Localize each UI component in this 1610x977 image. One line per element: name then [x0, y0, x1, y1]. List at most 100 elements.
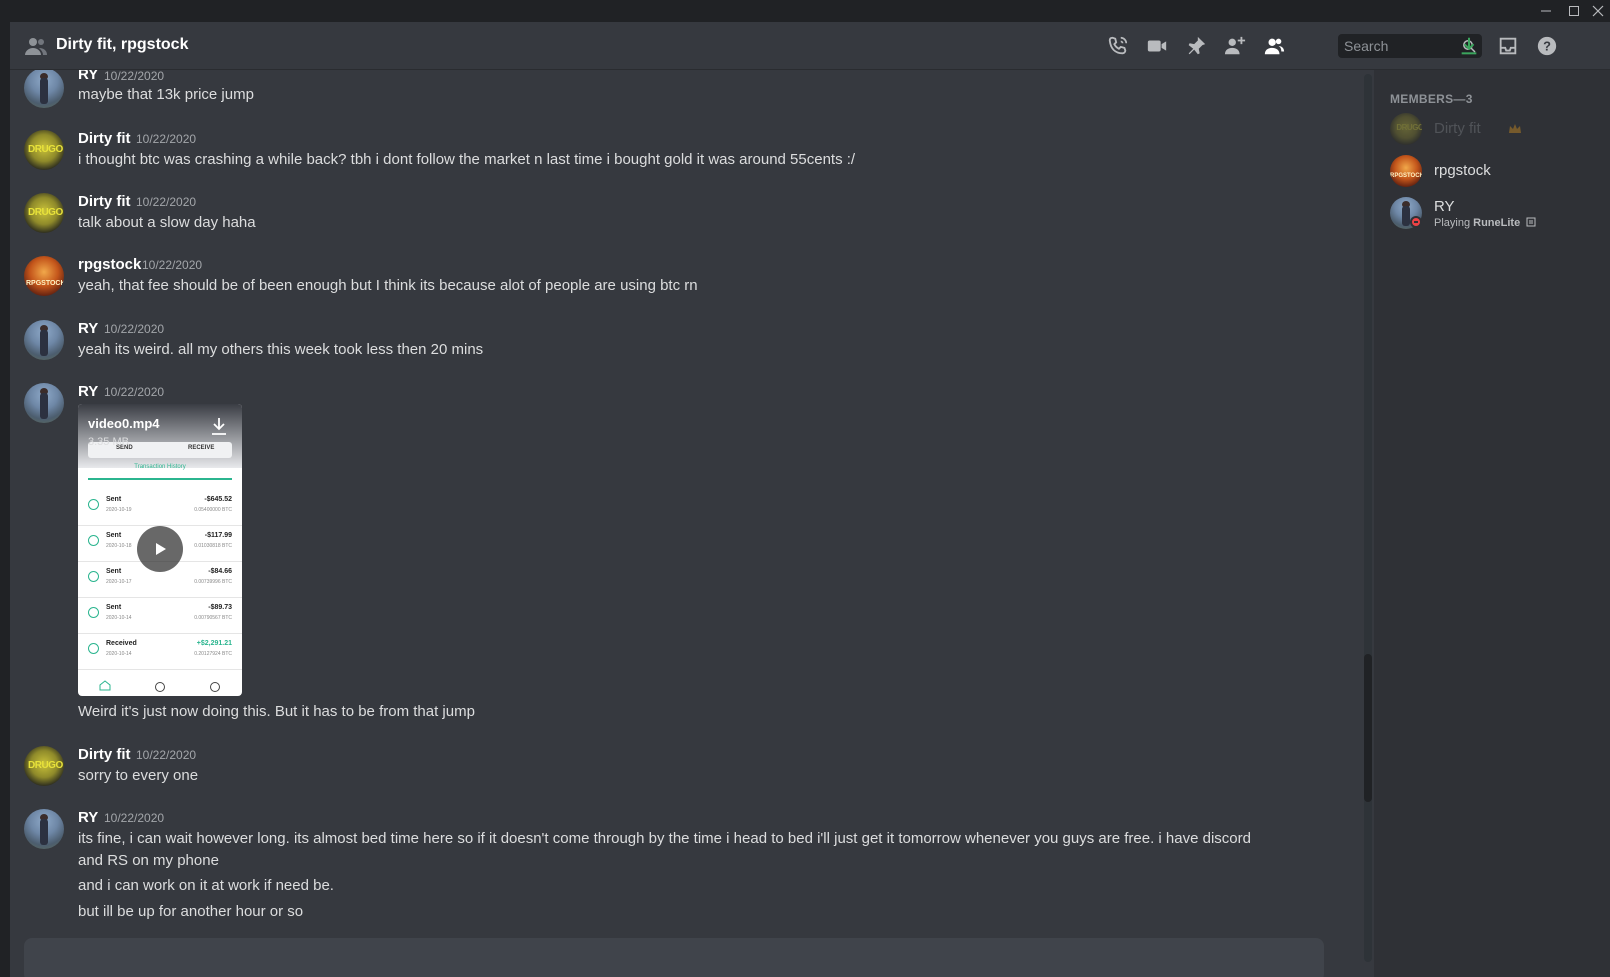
message-text: yeah its weird. all my others this week … — [78, 341, 484, 358]
avatar[interactable] — [24, 320, 64, 360]
message-composer[interactable] — [24, 938, 1324, 977]
add-friend-icon — [1224, 36, 1246, 55]
transaction-row: Sent 2020-10-19 -$645.52 0.05400000 BTC — [78, 490, 242, 526]
tx-btc: 0.00790567 BTC — [194, 615, 232, 621]
maximize-icon — [1569, 6, 1579, 16]
start-video-button[interactable] — [1145, 34, 1169, 58]
rich-presence-icon — [1526, 217, 1536, 227]
message-text: i thought btc was crashing a while back?… — [78, 151, 856, 168]
tx-amount: -$84.66 — [208, 568, 232, 575]
avatar[interactable]: RPGSTOCK — [24, 256, 64, 296]
message-author[interactable]: RY — [78, 809, 98, 826]
tx-date: 2020-10-17 — [106, 579, 132, 585]
avatar[interactable] — [24, 70, 64, 108]
avatar[interactable]: DRUGO — [24, 193, 64, 233]
close-button[interactable] — [1584, 0, 1610, 22]
minimize-button[interactable] — [1532, 0, 1560, 22]
member-name: rpgstock — [1434, 162, 1491, 179]
download-icon — [1461, 37, 1477, 55]
message-timestamp: 10/22/2020 — [104, 385, 165, 399]
member-list-toggle[interactable] — [1262, 34, 1286, 58]
tx-type: Sent — [106, 568, 122, 575]
tx-amount: -$89.73 — [208, 604, 232, 611]
video-file-name[interactable]: video0.mp4 — [88, 416, 160, 431]
add-friends-button[interactable] — [1223, 34, 1247, 58]
tx-type: Sent — [106, 496, 122, 503]
tx-date: 2020-10-19 — [106, 507, 132, 513]
message-timestamp: 10/22/2020 — [104, 322, 165, 336]
pinned-messages-button[interactable] — [1184, 34, 1208, 58]
message: DRUGO Dirty fit 10/22/2020 talk about a … — [10, 193, 1350, 243]
message-timestamp: 10/22/2020 — [136, 748, 197, 762]
member-item[interactable]: RY Playing RuneLite — [1382, 192, 1602, 238]
members-heading: MEMBERS—3 — [1390, 92, 1473, 106]
call-icon — [1108, 36, 1128, 55]
member-item[interactable]: RPGSTOCK rpgstock — [1382, 150, 1602, 192]
message-author[interactable]: Dirty fit — [78, 130, 131, 147]
message: RPGSTOCK rpgstock 10/22/2020 yeah, that … — [10, 256, 1350, 306]
tx-date: 2020-10-14 — [106, 651, 132, 657]
video-file-size: 3.35 MB — [88, 436, 129, 448]
tx-amount: +$2,291.21 — [196, 640, 232, 647]
chat-scrollbar-thumb[interactable] — [1364, 654, 1372, 802]
chat-scrollbar-track[interactable] — [1364, 74, 1372, 962]
transaction-history-label: Transaction History — [134, 464, 186, 470]
sent-arrow-icon — [88, 499, 99, 510]
message-author[interactable]: RY — [78, 70, 98, 83]
tx-amount: -$645.52 — [204, 496, 232, 503]
message-text: Weird it's just now doing this. But it h… — [78, 703, 475, 720]
tx-type: Sent — [106, 532, 122, 539]
message-author[interactable]: RY — [78, 320, 98, 337]
start-call-button[interactable] — [1106, 34, 1130, 58]
message-timestamp: 10/22/2020 — [136, 132, 197, 146]
search-input[interactable] — [1338, 34, 1456, 58]
message-timestamp: 10/22/2020 — [136, 195, 197, 209]
message-text: sorry to every one — [78, 767, 199, 784]
server-strip — [0, 22, 10, 977]
do-not-disturb-status-icon — [1410, 216, 1422, 228]
received-arrow-icon — [88, 643, 99, 654]
message-timestamp: 10/22/2020 — [104, 70, 165, 83]
message-author[interactable]: RY — [78, 383, 98, 400]
video-attachment[interactable]: SEND RECEIVE video0.mp4 3.35 MB Transact… — [78, 404, 242, 696]
member-list: MEMBERS—3 DRUGO Dirty fit RPGSTOCK rpgst… — [1374, 70, 1610, 977]
channel-header: Dirty fit, rpgstock Search ? — [10, 22, 1610, 70]
avatar[interactable] — [24, 383, 64, 423]
dm-people-icon — [25, 38, 47, 55]
message-text: talk about a slow day haha — [78, 214, 256, 231]
avatar[interactable] — [24, 809, 64, 849]
activity-prefix: Playing — [1434, 217, 1474, 229]
close-icon — [1592, 5, 1604, 17]
tx-btc: 0.05400000 BTC — [194, 507, 232, 513]
minimize-icon — [1541, 10, 1551, 12]
tx-btc: 0.20127924 BTC — [194, 651, 232, 657]
tab-underline — [88, 478, 232, 480]
member-activity: Playing RuneLite — [1434, 217, 1536, 229]
message-text: yeah, that fee should be of been enough … — [78, 277, 698, 294]
message: DRUGO Dirty fit 10/22/2020 i thought btc… — [10, 130, 1350, 180]
inbox-button[interactable] — [1496, 34, 1520, 58]
message-author[interactable]: rpgstock — [78, 256, 141, 273]
activity-name: RuneLite — [1473, 217, 1521, 229]
transaction-row: Sent 2020-10-14 -$89.73 0.00790567 BTC — [78, 598, 242, 634]
explore-icon — [155, 682, 165, 692]
member-item[interactable]: DRUGO Dirty fit — [1382, 108, 1602, 150]
pin-icon — [1188, 36, 1206, 55]
message: RY 10/22/2020 maybe that 13k price jump — [10, 70, 1350, 118]
avatar[interactable]: DRUGO — [24, 746, 64, 786]
tx-date: 2020-10-14 — [106, 615, 132, 621]
sent-arrow-icon — [88, 535, 99, 546]
help-button[interactable]: ? — [1535, 34, 1559, 58]
message-list[interactable]: RY 10/22/2020 maybe that 13k price jump … — [10, 70, 1374, 977]
message-author[interactable]: Dirty fit — [78, 193, 131, 210]
tx-date: 2020-10-18 — [106, 543, 132, 549]
avatar[interactable]: DRUGO — [24, 130, 64, 170]
message: RY 10/22/2020 its fine, i can wait howev… — [10, 809, 1350, 939]
message-author[interactable]: Dirty fit — [78, 746, 131, 763]
video-call-icon — [1147, 40, 1167, 52]
message: DRUGO Dirty fit 10/22/2020 sorry to ever… — [10, 746, 1350, 796]
download-apps-button[interactable] — [1457, 34, 1481, 58]
home-icon — [99, 680, 111, 691]
download-icon[interactable] — [210, 416, 228, 436]
play-button[interactable] — [137, 526, 183, 572]
